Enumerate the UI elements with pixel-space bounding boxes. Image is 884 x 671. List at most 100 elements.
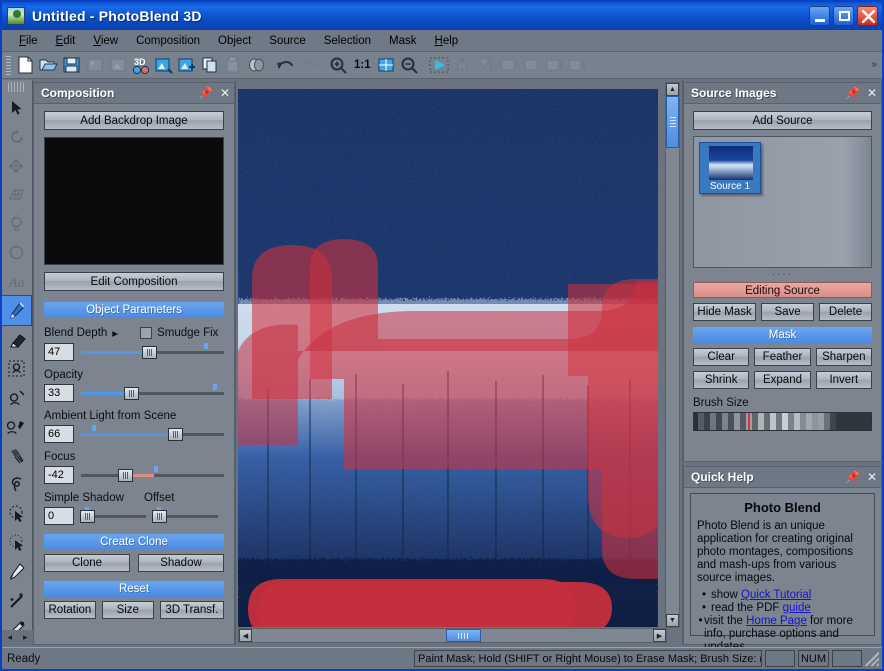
shadow-button[interactable]: Shadow (138, 554, 224, 572)
paste-icon[interactable] (221, 54, 244, 76)
maximize-button[interactable] (833, 6, 854, 26)
vertical-scroll-thumb[interactable] (666, 96, 679, 148)
menu-edit[interactable]: Edit (47, 33, 85, 49)
paint-mask-brush-tool[interactable] (1, 295, 32, 326)
edit-composition-button[interactable]: Edit Composition (44, 272, 224, 291)
close-icon[interactable]: ✕ (867, 471, 877, 483)
mask-expand-button[interactable]: Expand (754, 371, 811, 389)
simple-shadow-slider[interactable] (80, 507, 146, 525)
smudge-brush-tool[interactable] (2, 441, 31, 470)
reset-3d-transform-button[interactable]: 3D Transf. (159, 601, 224, 619)
import-image-icon[interactable] (83, 54, 106, 76)
focus-value[interactable]: -42 (44, 466, 74, 484)
blend-depth-value[interactable]: 47 (44, 343, 74, 361)
reset-size-button[interactable]: Size (101, 601, 154, 619)
add-source-button[interactable]: Add Source (693, 111, 872, 130)
source-list[interactable]: Source 1 (693, 136, 872, 268)
export-image-icon[interactable] (106, 54, 129, 76)
save-button[interactable]: Save (761, 303, 815, 321)
blend-icon[interactable] (244, 54, 267, 76)
offset-slider[interactable] (152, 507, 218, 525)
mask-invert-button[interactable]: Invert (815, 371, 872, 389)
ambient-light-slider[interactable] (81, 425, 224, 443)
ambient-light-value[interactable]: 66 (44, 425, 74, 443)
add-backdrop-image-button[interactable]: Add Backdrop Image (44, 111, 224, 130)
close-icon[interactable]: ✕ (867, 87, 877, 99)
new-document-icon[interactable] (14, 54, 37, 76)
simple-shadow-value[interactable]: 0 (44, 507, 74, 525)
tool-strip-grip[interactable] (8, 82, 26, 92)
quick-tutorial-link[interactable]: Quick Tutorial (741, 589, 811, 601)
menu-composition[interactable]: Composition (127, 33, 209, 49)
add-backdrop-icon[interactable] (152, 54, 175, 76)
resize-grip[interactable] (865, 651, 879, 666)
minimize-button[interactable] (809, 6, 830, 26)
opacity-value[interactable]: 33 (44, 384, 74, 402)
flip-horizontal-icon[interactable] (451, 54, 474, 76)
blend-depth-slider[interactable] (81, 343, 224, 361)
save-disk-icon[interactable] (60, 54, 83, 76)
select-arrow-tool[interactable] (2, 93, 31, 122)
redo-icon[interactable] (297, 54, 320, 76)
opacity-slider[interactable] (81, 384, 224, 402)
zoom-fit-icon[interactable] (375, 54, 398, 76)
copy-icon[interactable] (198, 54, 221, 76)
close-button[interactable] (857, 6, 878, 26)
menu-help[interactable]: Help (426, 33, 468, 49)
reset-header[interactable]: Reset (44, 581, 224, 597)
light-bulb-tool[interactable] (2, 209, 31, 238)
3d-glasses-icon[interactable]: 3D (129, 54, 152, 76)
backdrop-preview[interactable] (44, 137, 224, 265)
tool-strip-next-icon[interactable]: ▸ (23, 632, 28, 643)
magic-wand-tool[interactable] (2, 586, 31, 615)
mask-down-icon[interactable] (566, 54, 589, 76)
reset-rotation-button[interactable]: Rotation (44, 601, 96, 619)
blend-depth-expand-icon[interactable]: ▸ (112, 326, 118, 340)
delete-button[interactable]: Delete (819, 303, 872, 321)
magic-select-tool[interactable] (2, 499, 31, 528)
scroll-down-arrow[interactable]: ▼ (666, 614, 679, 627)
3d-transform-tool[interactable] (2, 151, 31, 180)
pin-icon[interactable]: 📌 (845, 87, 860, 99)
toolbar-overflow-button[interactable]: » (871, 60, 877, 70)
free-lasso-tool[interactable] (2, 470, 31, 499)
mask-clear-button[interactable]: Clear (693, 348, 750, 366)
menu-view[interactable]: View (84, 33, 127, 49)
canvas-vertical-scrollbar[interactable]: ▲ ▼ (665, 82, 680, 628)
menu-source[interactable]: Source (260, 33, 314, 49)
pen-tool[interactable] (2, 557, 31, 586)
play-preview-icon[interactable] (428, 54, 451, 76)
mask-feather-button[interactable]: Feather (754, 348, 811, 366)
tool-strip-prev-icon[interactable]: ◂ (7, 632, 12, 643)
menu-mask[interactable]: Mask (380, 33, 425, 49)
brush-size-slider[interactable] (693, 412, 872, 431)
editing-source-banner[interactable]: Editing Source (693, 282, 872, 298)
mask-shrink-button[interactable]: Shrink (693, 371, 750, 389)
mask-sharpen-button[interactable]: Sharpen (815, 348, 872, 366)
menu-object[interactable]: Object (209, 33, 260, 49)
add-source-icon[interactable] (175, 54, 198, 76)
home-page-link[interactable]: Home Page (746, 615, 807, 627)
hide-mask-button[interactable]: Hide Mask (693, 303, 757, 321)
mask-left-icon[interactable] (497, 54, 520, 76)
close-icon[interactable]: ✕ (220, 87, 230, 99)
pdf-guide-link[interactable]: guide (783, 602, 811, 614)
pin-icon[interactable]: 📌 (198, 87, 213, 99)
open-folder-icon[interactable] (37, 54, 60, 76)
rect-select-tool[interactable] (2, 354, 31, 383)
canvas-horizontal-scrollbar[interactable]: ◀ ▶ (238, 628, 667, 643)
focus-slider[interactable] (81, 466, 224, 484)
lasso-stamp-tool[interactable] (2, 383, 31, 412)
clone-button[interactable]: Clone (44, 554, 130, 572)
clone-stamp-tool[interactable] (2, 412, 31, 441)
object-parameters-header[interactable]: Object Parameters (44, 302, 224, 318)
zoom-ratio-label[interactable]: 1:1 (350, 59, 375, 71)
undo-icon[interactable] (274, 54, 297, 76)
magic-wand-select-tool[interactable] (2, 528, 31, 557)
eraser-tool[interactable] (2, 325, 31, 354)
rotate-tool[interactable] (2, 122, 31, 151)
panel-resize-handle[interactable]: ···· (693, 270, 872, 280)
zoom-out-icon[interactable] (398, 54, 421, 76)
mask-up-icon[interactable] (543, 54, 566, 76)
menu-file[interactable]: File (10, 33, 47, 49)
